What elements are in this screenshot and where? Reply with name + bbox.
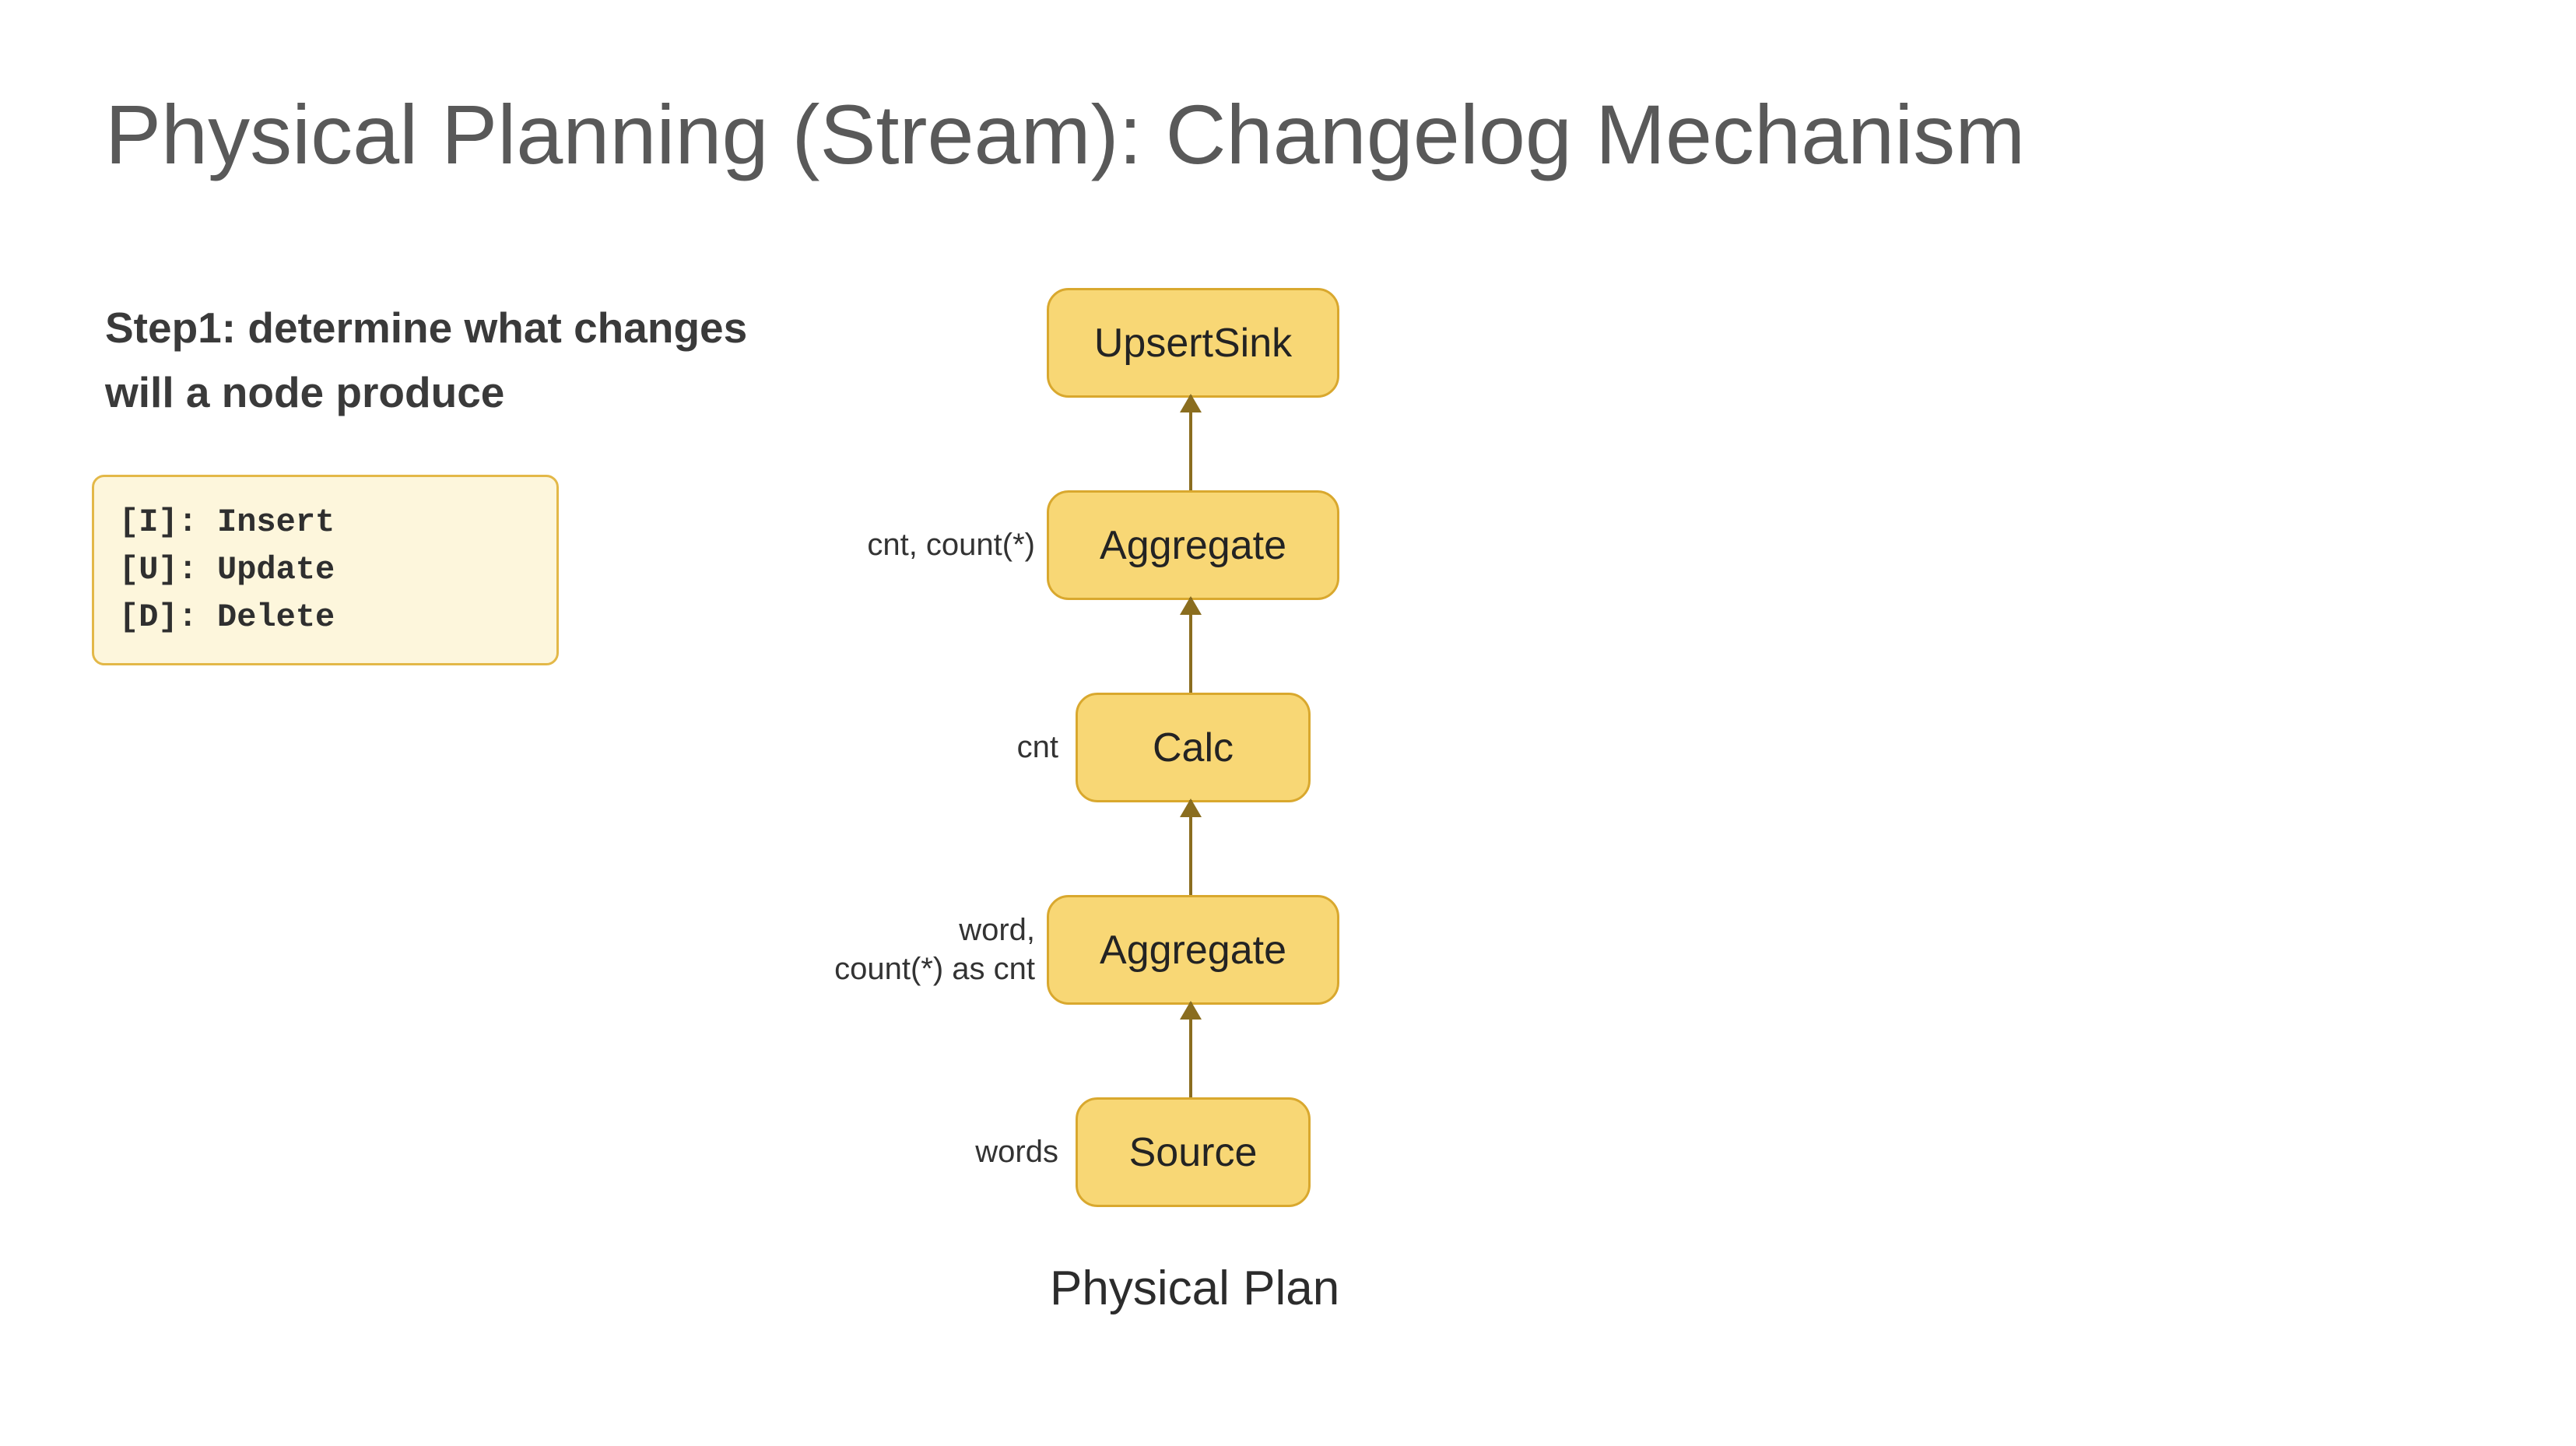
label-aggregate-bottom: word, count(*) as cnt	[794, 911, 1035, 988]
arrow-source-to-aggregate1	[1189, 1002, 1192, 1097]
node-calc: Calc	[1076, 693, 1311, 802]
physical-plan-diagram: UpsertSink Aggregate cnt, count(*) Calc …	[825, 288, 1525, 1378]
legend-insert: [I]: Insert	[119, 504, 335, 541]
label-aggregate-top: cnt, count(*)	[833, 525, 1035, 564]
arrow-aggregate1-to-calc	[1189, 800, 1192, 895]
slide-title: Physical Planning (Stream): Changelog Me…	[105, 86, 2025, 183]
step-line1: Step1: determine what changes	[105, 304, 747, 352]
legend-update: [U]: Update	[119, 551, 335, 588]
node-upsert-sink: UpsertSink	[1047, 288, 1339, 398]
step-line2: will a node produce	[105, 368, 504, 416]
legend-delete: [D]: Delete	[119, 598, 335, 636]
label-source: words	[833, 1132, 1058, 1171]
diagram-caption: Physical Plan	[1050, 1261, 1339, 1316]
label-calc: cnt	[833, 728, 1058, 767]
legend-box: [I]: Insert [U]: Update [D]: Delete	[92, 475, 559, 665]
node-source: Source	[1076, 1097, 1311, 1207]
node-aggregate-bottom: Aggregate	[1047, 895, 1339, 1005]
step-heading: Step1: determine what changes will a nod…	[105, 296, 747, 424]
arrow-aggregate2-to-sink	[1189, 395, 1192, 490]
node-aggregate-top: Aggregate	[1047, 490, 1339, 600]
arrow-calc-to-aggregate2	[1189, 598, 1192, 693]
